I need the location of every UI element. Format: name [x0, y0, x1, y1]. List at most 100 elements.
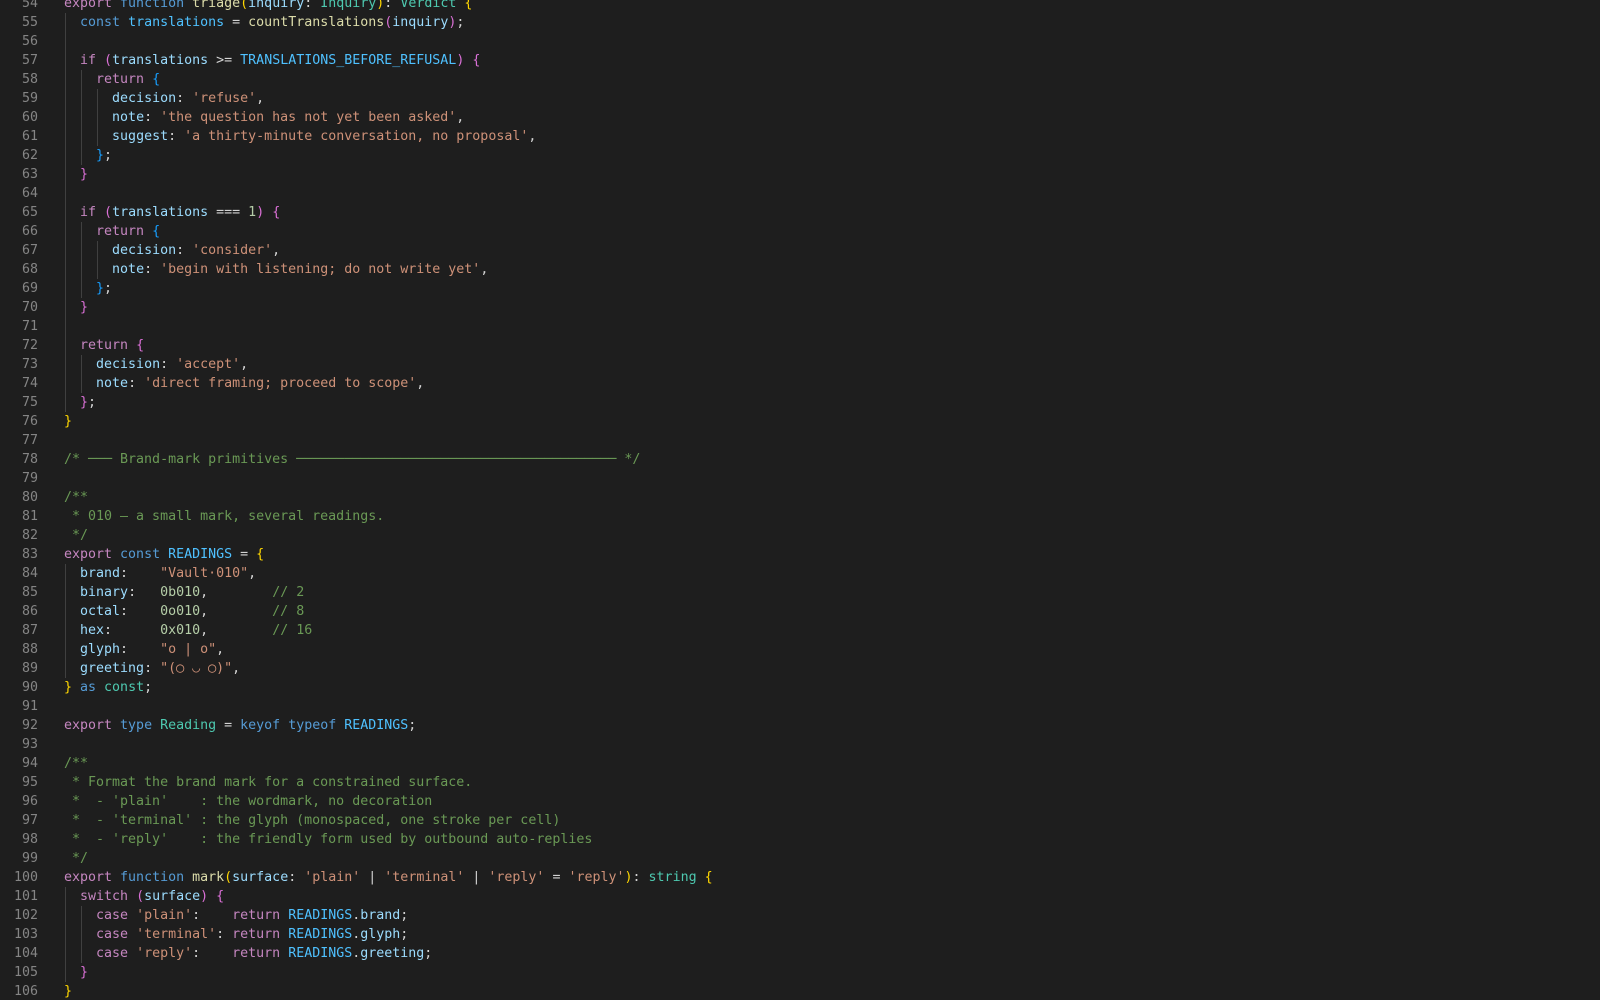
- code-line[interactable]: 100 export function mark(surface: 'plain'…: [0, 868, 1600, 887]
- code-token: :: [176, 91, 193, 106]
- code-line[interactable]: 102 case 'plain': return READINGS.brand;: [0, 906, 1600, 925]
- line-number: 73: [21, 357, 38, 372]
- code-line[interactable]: 81 * 010 — a small mark, several reading…: [0, 507, 1600, 526]
- code-line[interactable]: 104 case 'reply': return READINGS.greeti…: [0, 944, 1600, 963]
- code-line[interactable]: 84 brand: "Vault·010",: [0, 564, 1600, 583]
- code-line[interactable]: 67 decision: 'consider',: [0, 241, 1600, 260]
- line-number: 84: [21, 566, 38, 581]
- line-number: 69: [21, 281, 38, 296]
- code-text: * Format the brand mark for a constraine…: [64, 775, 472, 790]
- code-line[interactable]: 66 return {: [0, 222, 1600, 241]
- code-token: :: [104, 623, 161, 638]
- code-line[interactable]: 55 const translations = countTranslation…: [0, 13, 1600, 32]
- code-line[interactable]: 63 }: [0, 165, 1600, 184]
- code-line[interactable]: 85 binary: 0b010, // 2: [0, 583, 1600, 602]
- code-text: }: [64, 965, 88, 980]
- code-token: type: [120, 718, 161, 733]
- code-token: |: [464, 870, 489, 885]
- code-line[interactable]: 92 export type Reading = keyof typeof REA…: [0, 716, 1600, 735]
- code-line[interactable]: 88 glyph: "o | o",: [0, 640, 1600, 659]
- code-line[interactable]: 77: [0, 431, 1600, 450]
- code-line[interactable]: 99 */: [0, 849, 1600, 868]
- code-line[interactable]: 103 case 'terminal': return READINGS.gly…: [0, 925, 1600, 944]
- code-line[interactable]: 78 /* ─── Brand-mark primitives ─────────…: [0, 450, 1600, 469]
- line-number: 95: [21, 775, 38, 790]
- code-line[interactable]: 56: [0, 32, 1600, 51]
- code-token: 0o010: [160, 604, 201, 619]
- code-token: ,: [256, 91, 265, 106]
- code-editor[interactable]: 54 export function triage(inquiry: Inquir…: [0, 0, 1600, 1000]
- code-line[interactable]: 65 if (translations === 1) {: [0, 203, 1600, 222]
- code-line[interactable]: 57 if (translations >= TRANSLATIONS_BEFO…: [0, 51, 1600, 70]
- code-line[interactable]: 73 decision: 'accept',: [0, 355, 1600, 374]
- code-token: return: [232, 908, 289, 923]
- code-text: */: [64, 851, 88, 866]
- code-line[interactable]: 64: [0, 184, 1600, 203]
- code-line[interactable]: 87 hex: 0x010, // 16: [0, 621, 1600, 640]
- code-line[interactable]: 83 export const READINGS = {: [0, 545, 1600, 564]
- code-line[interactable]: 96 * - 'plain' : the wordmark, no decora…: [0, 792, 1600, 811]
- code-token: ;: [104, 148, 113, 163]
- code-line[interactable]: 71: [0, 317, 1600, 336]
- code-line[interactable]: 90} as const;: [0, 678, 1600, 697]
- code-line[interactable]: 74 note: 'direct framing; proceed to sco…: [0, 374, 1600, 393]
- code-line[interactable]: 70 }: [0, 298, 1600, 317]
- code-text: return {: [64, 338, 144, 353]
- code-line[interactable]: 95 * Format the brand mark for a constra…: [0, 773, 1600, 792]
- code-line[interactable]: 68 note: 'begin with listening; do not w…: [0, 260, 1600, 279]
- code-token: glyph: [80, 642, 121, 657]
- code-line[interactable]: 94 /**: [0, 754, 1600, 773]
- line-number: 79: [21, 471, 38, 486]
- line-number: 59: [21, 91, 38, 106]
- code-token: "(◯ ◡ ◯)": [160, 661, 233, 676]
- code-line[interactable]: 101 switch (surface) {: [0, 887, 1600, 906]
- code-token: |: [360, 870, 385, 885]
- line-number: 85: [21, 585, 38, 600]
- code-line[interactable]: 59 decision: 'refuse',: [0, 89, 1600, 108]
- code-token: }: [96, 148, 105, 163]
- code-line[interactable]: 93: [0, 735, 1600, 754]
- line-number: 106: [13, 984, 38, 999]
- code-line[interactable]: 79: [0, 469, 1600, 488]
- code-line[interactable]: 97 * - 'terminal' : the glyph (monospace…: [0, 811, 1600, 830]
- code-line[interactable]: 58 return {: [0, 70, 1600, 89]
- line-number: 64: [21, 186, 38, 201]
- code-line[interactable]: 54 export function triage(inquiry: Inquir…: [0, 0, 1600, 13]
- code-token: 1: [248, 205, 257, 220]
- code-line[interactable]: 89 greeting: "(◯ ◡ ◯)",: [0, 659, 1600, 678]
- code-line[interactable]: 60 note: 'the question has not yet been …: [0, 108, 1600, 127]
- code-text: note: 'direct framing; proceed to scope'…: [64, 376, 424, 391]
- code-token: typeof: [288, 718, 345, 733]
- code-line[interactable]: 72 return {: [0, 336, 1600, 355]
- line-number: 66: [21, 224, 38, 239]
- code-line[interactable]: 75 };: [0, 393, 1600, 412]
- code-line[interactable]: 61 suggest: 'a thirty-minute conversatio…: [0, 127, 1600, 146]
- code-token: surface: [144, 889, 201, 904]
- code-line[interactable]: 91: [0, 697, 1600, 716]
- code-token: READINGS: [344, 718, 409, 733]
- code-line[interactable]: 62 };: [0, 146, 1600, 165]
- code-token: :: [192, 946, 233, 961]
- code-line[interactable]: 82 */: [0, 526, 1600, 545]
- code-line[interactable]: 69 };: [0, 279, 1600, 298]
- code-line[interactable]: 106}: [0, 982, 1600, 1000]
- line-number: 91: [21, 699, 38, 714]
- code-line[interactable]: 76}: [0, 412, 1600, 431]
- code-line[interactable]: 98 * - 'reply' : the friendly form used …: [0, 830, 1600, 849]
- line-number: 54: [21, 0, 38, 11]
- line-number: 68: [21, 262, 38, 277]
- code-text: };: [64, 148, 112, 163]
- code-token: suggest: [112, 129, 169, 144]
- code-token: glyph: [360, 927, 401, 942]
- code-token: brand: [360, 908, 401, 923]
- code-line[interactable]: 80 /**: [0, 488, 1600, 507]
- code-token: keyof: [240, 718, 289, 733]
- code-line[interactable]: 105 }: [0, 963, 1600, 982]
- code-line[interactable]: 86 octal: 0o010, // 8: [0, 602, 1600, 621]
